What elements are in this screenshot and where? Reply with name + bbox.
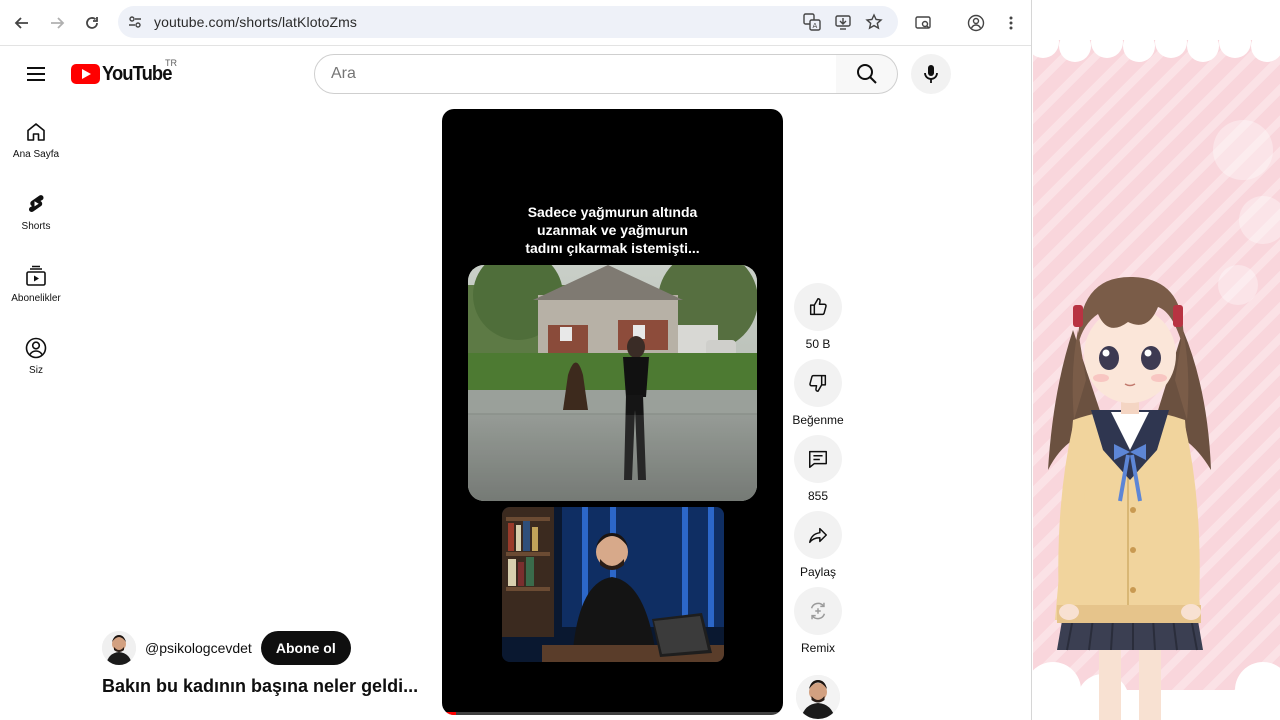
- search-box[interactable]: [314, 54, 837, 94]
- logo-text: YouTube: [102, 62, 172, 85]
- video-clip-presenter: [502, 507, 724, 662]
- browser-toolbar: youtube.com/shorts/latKlotoZms A: [0, 0, 1031, 46]
- remix-icon: [810, 602, 826, 620]
- reload-button[interactable]: [78, 9, 106, 37]
- youtube-logo[interactable]: YouTube: [71, 62, 178, 86]
- sound-avatar[interactable]: [796, 675, 840, 719]
- install-app-icon[interactable]: [832, 11, 854, 33]
- avatar-image: [102, 631, 136, 665]
- sidebar-item-you[interactable]: Siz: [0, 318, 72, 382]
- profile-button[interactable]: [962, 9, 990, 37]
- share-icon: [809, 527, 827, 544]
- caption-line: uzanmak ve yağmurun: [537, 222, 688, 238]
- short-video-player[interactable]: Sadece yağmurun altında uzanmak ve yağmu…: [442, 109, 783, 715]
- browser-menu-button[interactable]: [997, 9, 1025, 37]
- microphone-icon: [924, 65, 938, 83]
- back-button[interactable]: [8, 9, 36, 37]
- svg-text:A: A: [813, 22, 818, 30]
- presenter-image: [502, 507, 724, 662]
- account-icon: [25, 337, 47, 359]
- sidebar-item-subscriptions[interactable]: Abonelikler: [0, 246, 72, 310]
- channel-info: @psikologcevdet Abone ol: [102, 630, 351, 666]
- sidebar-item-label: Shorts: [21, 221, 51, 232]
- remix-action: Remix: [794, 587, 842, 655]
- site-info-icon[interactable]: [124, 11, 146, 33]
- dislike-action: Beğenme: [792, 359, 844, 427]
- subscribe-button[interactable]: Abone ol: [260, 631, 351, 665]
- shorts-icon: [29, 195, 44, 212]
- dislike-button[interactable]: [794, 359, 842, 407]
- subscriptions-icon: [26, 265, 46, 286]
- search-input[interactable]: [331, 65, 811, 83]
- channel-handle[interactable]: @psikologcevdet: [145, 640, 252, 656]
- like-count: 50 B: [805, 337, 831, 351]
- comment-icon: [809, 450, 827, 468]
- search-button[interactable]: [836, 54, 898, 94]
- dislike-label: Beğenme: [792, 413, 844, 427]
- tab-search-icon: [915, 16, 931, 29]
- share-button[interactable]: [794, 511, 842, 559]
- search-tabs-button[interactable]: [909, 9, 937, 37]
- thumbs-down-icon: [809, 374, 827, 392]
- anime-character-illustration: [1033, 0, 1280, 720]
- browser-window: youtube.com/shorts/latKlotoZms A YouTube…: [0, 0, 1032, 720]
- sidebar-item-label: Ana Sayfa: [12, 149, 60, 160]
- video-caption: Sadece yağmurun altında uzanmak ve yağmu…: [442, 203, 783, 257]
- more-vert-icon: [1009, 16, 1013, 30]
- home-icon: [27, 123, 45, 141]
- translate-icon[interactable]: A: [801, 11, 823, 33]
- forward-button[interactable]: [43, 9, 71, 37]
- youtube-play-icon: [71, 64, 100, 84]
- remix-button[interactable]: [794, 587, 842, 635]
- country-code: TR: [165, 58, 177, 68]
- video-progress-bar[interactable]: [442, 712, 783, 715]
- bookmark-star-icon[interactable]: [863, 11, 885, 33]
- guide-menu-button[interactable]: [22, 62, 50, 86]
- sidebar-item-label: Siz: [29, 365, 43, 376]
- share-label: Paylaş: [799, 565, 837, 579]
- address-url[interactable]: youtube.com/shorts/latKlotoZms: [154, 14, 357, 30]
- sidebar-item-home[interactable]: Ana Sayfa: [0, 102, 72, 166]
- comments-button[interactable]: [794, 435, 842, 483]
- sidebar-item-label: Abonelikler: [11, 293, 61, 304]
- arrow-left-icon: [14, 17, 28, 29]
- sidebar-item-shorts[interactable]: Shorts: [0, 174, 72, 238]
- video-progress-fill: [442, 712, 456, 715]
- avatar-image: [796, 675, 840, 719]
- youtube-header: YouTube TR: [0, 46, 1031, 102]
- comments-action: 855: [794, 435, 842, 503]
- thumbs-up-icon: [809, 298, 827, 316]
- reload-icon: [86, 17, 98, 29]
- profile-icon: [967, 14, 985, 32]
- voice-search-button[interactable]: [911, 54, 951, 94]
- search-icon: [856, 64, 877, 84]
- caption-line: tadını çıkarmak istemişti...: [525, 240, 700, 256]
- street-scene-image: [468, 265, 757, 501]
- channel-avatar[interactable]: [102, 631, 136, 665]
- address-bar[interactable]: youtube.com/shorts/latKlotoZms A: [118, 6, 898, 38]
- like-button[interactable]: [794, 283, 842, 331]
- video-clip-street: [468, 265, 757, 501]
- video-title[interactable]: Bakın bu kadının başına neler geldi...: [102, 676, 418, 697]
- hamburger-icon: [27, 67, 45, 81]
- caption-line: Sadece yağmurun altında: [527, 204, 698, 220]
- share-action: Paylaş: [794, 511, 842, 579]
- arrow-right-icon: [51, 17, 65, 29]
- comment-count: 855: [807, 489, 829, 503]
- like-action: 50 B: [794, 283, 842, 351]
- remix-label: Remix: [800, 641, 835, 655]
- decorative-side-panel: [1033, 0, 1280, 720]
